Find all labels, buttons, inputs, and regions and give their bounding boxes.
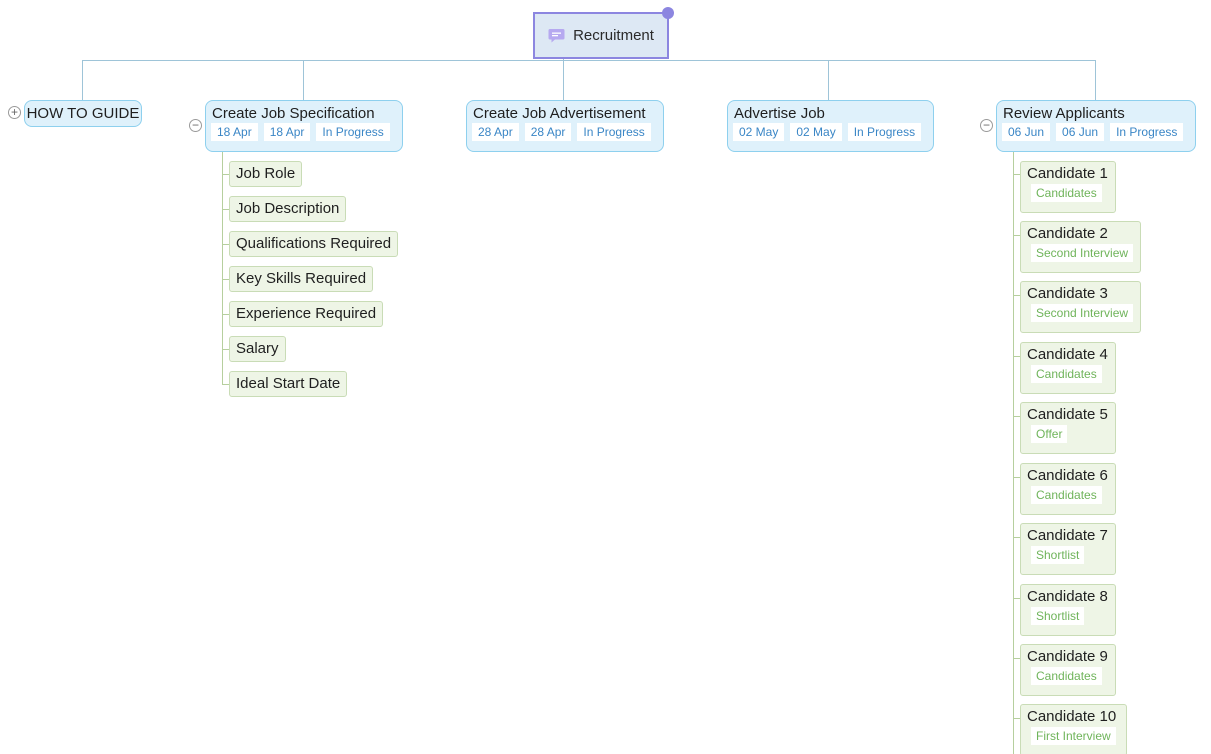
stage-tag: First Interview	[1031, 727, 1116, 745]
expand-toggle-icon[interactable]: +	[8, 106, 21, 119]
candidate-node[interactable]: Candidate 1 Candidates	[1020, 161, 1116, 213]
stage-tag: Candidates	[1031, 184, 1102, 202]
subtopic-key-skills-required[interactable]: Key Skills Required	[229, 266, 374, 292]
subtopic-qualifications-required[interactable]: Qualifications Required	[229, 231, 399, 257]
topic-title: HOW TO GUIDE	[26, 105, 140, 122]
topic-create-job-specification[interactable]: Create Job Specification 18 Apr 18 Apr I…	[205, 100, 403, 152]
stage-tag: Candidates	[1031, 365, 1102, 383]
candidate-name: Candidate 3	[1027, 285, 1108, 302]
start-date-tag: 18 Apr	[211, 123, 258, 141]
connector	[303, 60, 304, 100]
connector	[563, 59, 564, 100]
candidate-name: Candidate 6	[1027, 467, 1108, 484]
candidate-name: Candidate 1	[1027, 165, 1108, 182]
candidate-node[interactable]: Candidate 10 First Interview	[1020, 704, 1127, 754]
subtopic-job-role[interactable]: Job Role	[229, 161, 303, 187]
subtopic-ideal-start-date[interactable]: Ideal Start Date	[229, 371, 348, 397]
candidate-name: Candidate 5	[1027, 406, 1108, 423]
stage-tag: Candidates	[1031, 667, 1102, 685]
mind-map-canvas: Recruitment + HOW TO GUIDE − Create Job …	[0, 0, 1211, 754]
candidate-name: Candidate 4	[1027, 346, 1108, 363]
status-tag: In Progress	[577, 123, 651, 141]
stage-tag: Offer	[1031, 425, 1068, 443]
subtopic-job-description[interactable]: Job Description	[229, 196, 347, 222]
end-date-tag: 18 Apr	[263, 123, 311, 141]
end-date-tag: 28 Apr	[524, 123, 572, 141]
connector	[828, 60, 829, 100]
candidate-node[interactable]: Candidate 3 Second Interview	[1020, 281, 1141, 333]
topic-how-to-guide[interactable]: HOW TO GUIDE	[24, 100, 142, 127]
candidate-name: Candidate 8	[1027, 588, 1108, 605]
connector	[82, 60, 1096, 61]
connector	[1095, 60, 1096, 100]
start-date-tag: 02 May	[733, 123, 785, 141]
candidate-name: Candidate 9	[1027, 648, 1108, 665]
candidate-node[interactable]: Candidate 2 Second Interview	[1020, 221, 1141, 273]
stage-tag: Shortlist	[1031, 607, 1085, 625]
topic-review-applicants[interactable]: Review Applicants 06 Jun 06 Jun In Progr…	[996, 100, 1196, 152]
candidate-node[interactable]: Candidate 5 Offer	[1020, 402, 1116, 454]
subtopic-experience-required[interactable]: Experience Required	[229, 301, 384, 327]
candidate-node[interactable]: Candidate 4 Candidates	[1020, 342, 1116, 394]
start-date-tag: 28 Apr	[472, 123, 519, 141]
topic-title: Advertise Job	[734, 105, 825, 122]
candidate-node[interactable]: Candidate 6 Candidates	[1020, 463, 1116, 515]
stage-tag: Second Interview	[1031, 304, 1134, 322]
candidate-name: Candidate 2	[1027, 225, 1108, 242]
connector	[1013, 152, 1014, 754]
topic-title: Review Applicants	[1003, 105, 1125, 122]
comment-icon	[548, 29, 565, 43]
collapse-toggle-icon[interactable]: −	[189, 119, 202, 132]
collapse-toggle-icon[interactable]: −	[980, 119, 993, 132]
end-date-tag: 02 May	[790, 123, 842, 141]
candidate-name: Candidate 7	[1027, 527, 1108, 544]
connector	[82, 60, 83, 100]
subtopic-salary[interactable]: Salary	[229, 336, 286, 362]
connect-handle[interactable]	[662, 7, 674, 19]
candidate-node[interactable]: Candidate 7 Shortlist	[1020, 523, 1116, 575]
status-tag: In Progress	[316, 123, 390, 141]
candidate-node[interactable]: Candidate 8 Shortlist	[1020, 584, 1116, 636]
stage-tag: Shortlist	[1031, 546, 1085, 564]
topic-title: Create Job Specification	[212, 105, 375, 122]
stage-tag: Candidates	[1031, 486, 1102, 504]
topic-title: Create Job Advertisement	[473, 105, 646, 122]
root-topic-recruitment[interactable]: Recruitment	[533, 7, 674, 59]
candidate-node[interactable]: Candidate 9 Candidates	[1020, 644, 1116, 696]
start-date-tag: 06 Jun	[1002, 123, 1051, 141]
root-topic-label: Recruitment	[573, 27, 654, 44]
topic-advertise-job[interactable]: Advertise Job 02 May 02 May In Progress	[727, 100, 934, 152]
end-date-tag: 06 Jun	[1056, 123, 1105, 141]
status-tag: In Progress	[1110, 123, 1184, 141]
stage-tag: Second Interview	[1031, 244, 1134, 262]
status-tag: In Progress	[847, 123, 922, 141]
candidate-name: Candidate 10	[1027, 708, 1117, 725]
topic-create-job-advertisement[interactable]: Create Job Advertisement 28 Apr 28 Apr I…	[466, 100, 664, 152]
